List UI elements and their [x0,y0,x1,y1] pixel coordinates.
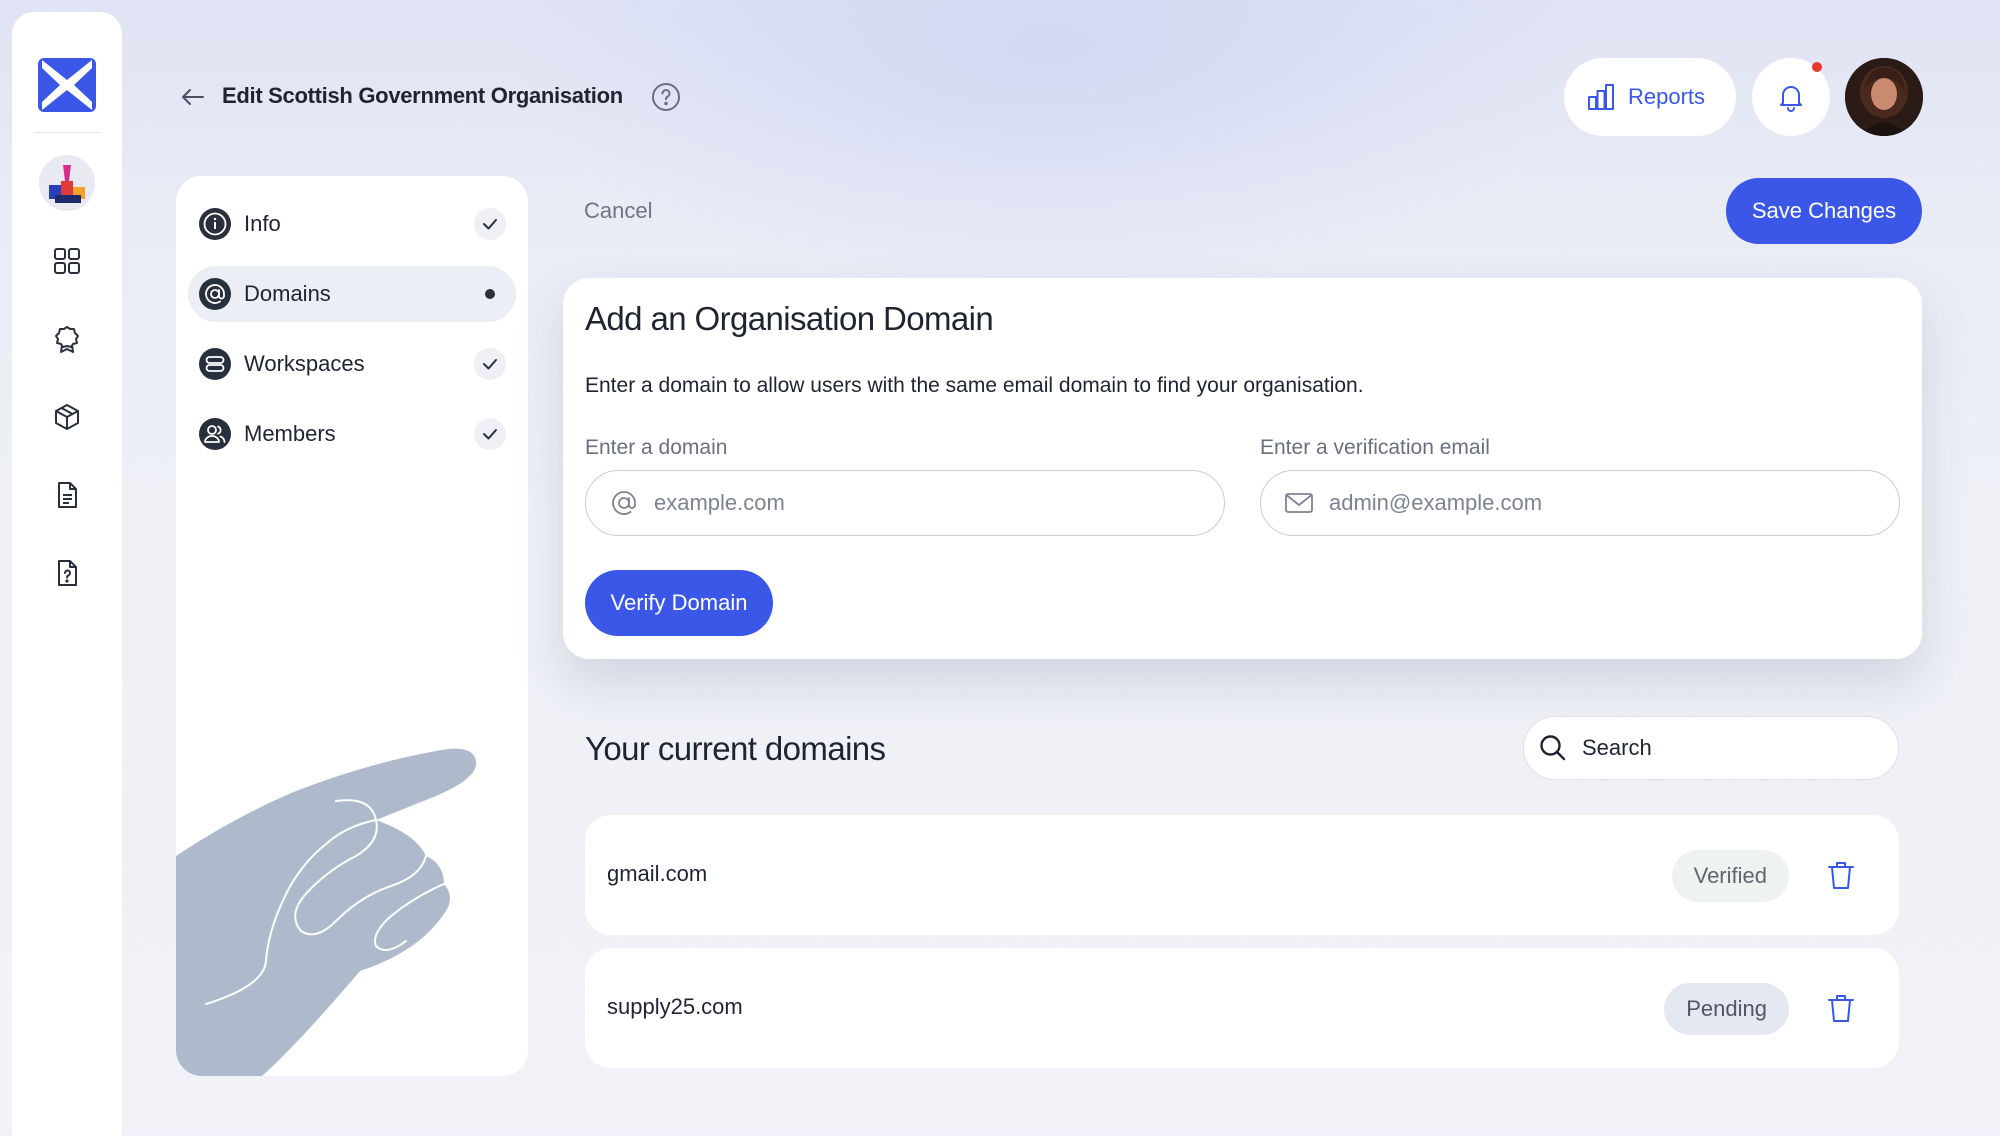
step-label: Domains [244,281,331,306]
email-field[interactable] [1260,470,1900,536]
step-info[interactable]: Info [188,196,516,252]
app-sidebar [12,12,122,1136]
search-icon [1540,735,1566,761]
search-label: Search [1582,735,1652,760]
steps-panel: Info Domains Workspaces Members [176,176,528,1076]
domain-field[interactable] [585,470,1225,536]
at-sign-icon [199,278,231,310]
reports-button[interactable]: Reports [1564,58,1736,136]
domain-input[interactable] [654,490,1214,516]
dashboard-grid-icon[interactable] [52,246,82,276]
check-icon [474,348,506,380]
domain-field-label: Enter a domain [585,436,728,459]
users-icon [199,418,231,450]
current-step-dot-icon [474,278,506,310]
status-badge: Verified [1671,850,1789,902]
help-document-icon[interactable] [52,558,82,588]
step-workspaces[interactable]: Workspaces [188,336,516,392]
domain-name: supply25.com [607,994,743,1019]
back-arrow-icon[interactable] [178,82,208,112]
add-domain-card: Add an Organisation Domain Enter a domai… [563,278,1922,659]
cancel-button[interactable]: Cancel [584,198,652,224]
domain-name: gmail.com [607,861,708,886]
domain-row: gmail.com Verified [585,815,1899,935]
bell-icon [1780,86,1802,112]
domain-row: supply25.com Pending [585,948,1899,1068]
trash-icon[interactable] [1825,992,1857,1024]
cube-box-icon[interactable] [52,402,82,432]
step-members[interactable]: Members [188,406,516,462]
page-title: Edit Scottish Government Organisation [222,83,623,108]
check-icon [474,418,506,450]
notification-dot [1812,62,1822,72]
verify-domain-button[interactable]: Verify Domain [585,570,773,636]
info-icon [199,208,231,240]
check-icon [474,208,506,240]
reports-label: Reports [1628,84,1706,109]
document-icon[interactable] [52,480,82,510]
step-label: Workspaces [244,351,365,376]
trash-icon[interactable] [1825,859,1857,891]
step-label: Members [244,421,336,446]
email-input[interactable] [1329,490,1889,516]
add-domain-description: Enter a domain to allow users with the s… [585,374,1364,397]
rail-divider [34,132,100,133]
background-glow [500,0,1600,300]
bar-chart-icon [1588,84,1614,110]
award-ribbon-icon[interactable] [52,324,82,354]
domain-search-input[interactable]: Search [1523,716,1899,780]
server-icon [199,348,231,380]
add-domain-title: Add an Organisation Domain [585,300,994,337]
user-avatar[interactable] [1845,58,1923,136]
help-circle-icon[interactable] [650,81,682,113]
step-label: Info [244,211,281,236]
organisation-avatar[interactable] [39,155,95,211]
at-sign-icon [612,491,636,515]
envelope-icon [1285,493,1313,513]
step-domains[interactable]: Domains [188,266,516,322]
email-field-label: Enter a verification email [1260,436,1490,459]
status-badge: Pending [1664,983,1789,1035]
current-domains-title: Your current domains [585,730,886,767]
scotland-flag-logo[interactable] [38,56,96,114]
pointing-hand-illustration [176,748,477,1076]
save-changes-button[interactable]: Save Changes [1726,178,1922,244]
